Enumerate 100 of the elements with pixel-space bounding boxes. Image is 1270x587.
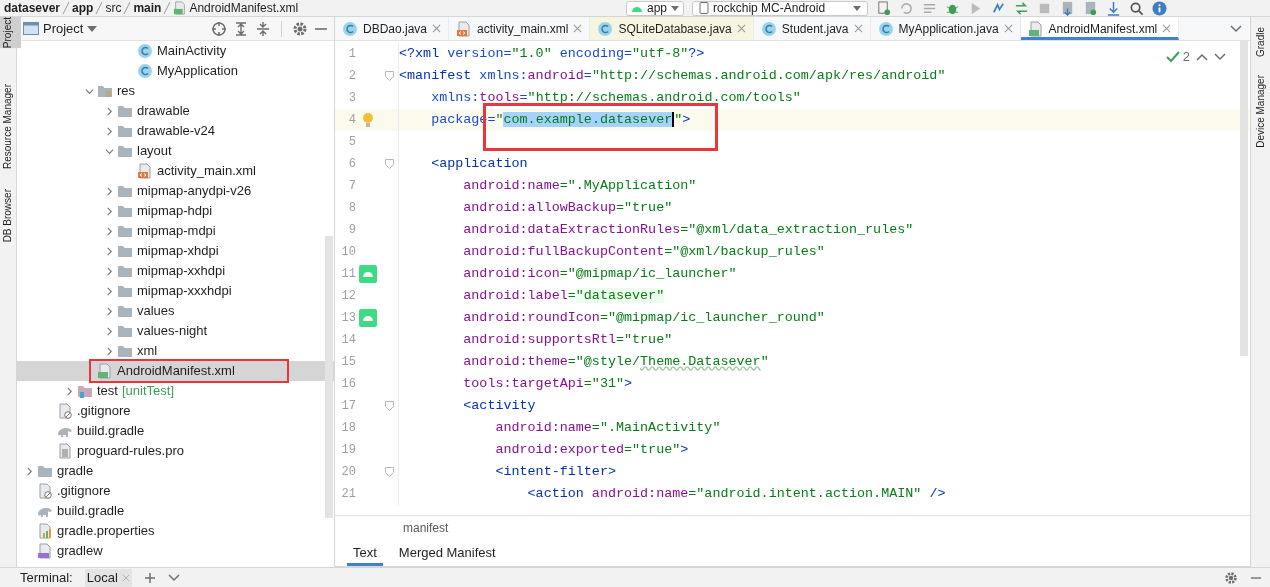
code-line: 10 android:fullBackupContent="@xml/backup_rules"	[335, 241, 1250, 263]
chevron-right-icon[interactable]	[104, 326, 114, 336]
terminal-tab[interactable]: Local	[84, 568, 132, 587]
code-line: 15 android:theme="@style/Theme.Datasever"	[335, 351, 1250, 373]
chevron-down-icon[interactable]	[104, 146, 114, 156]
chevron-right-icon[interactable]	[104, 206, 114, 216]
breadcrumb-item[interactable]: manifest	[403, 519, 449, 537]
collapse-all-icon[interactable]	[255, 20, 271, 37]
tree-item[interactable]: .gitignore	[17, 481, 334, 501]
ignore-file-icon	[37, 483, 53, 499]
chevron-right-icon[interactable]	[64, 386, 74, 396]
tree-item[interactable]: build.gradle	[17, 421, 334, 441]
tree-item[interactable]: gradlew	[17, 541, 334, 561]
chevron-right-icon[interactable]	[104, 306, 114, 316]
fold-icon[interactable]	[384, 401, 394, 411]
editor-tab[interactable]: MyApplication.java	[870, 17, 1021, 40]
bulb-icon[interactable]	[362, 112, 374, 128]
tree-item[interactable]: mipmap-xxxhdpi	[17, 281, 334, 301]
settings-icon[interactable]	[1224, 570, 1238, 585]
separator-icon	[62, 2, 71, 14]
tree-item[interactable]: MyApplication	[17, 61, 334, 81]
close-icon[interactable]	[853, 24, 863, 33]
breadcrumb-item[interactable]: main	[133, 1, 162, 15]
info-icon[interactable]	[1152, 0, 1168, 16]
device-dropdown[interactable]: rockchip MC-Android	[692, 0, 869, 16]
line-number: 12	[340, 288, 356, 305]
tool-window-button[interactable]: Device Manager	[1247, 75, 1270, 148]
code-line: 13 android:roundIcon="@mipmap/ic_launcher_round"	[335, 307, 1250, 329]
settings-icon[interactable]	[292, 20, 308, 37]
editor-tab[interactable]: Student.java	[753, 17, 871, 40]
chevron-right-icon[interactable]	[104, 106, 114, 116]
device-icon[interactable]	[1083, 0, 1099, 16]
line-number: 13	[340, 310, 356, 327]
crosshair-icon[interactable]	[211, 20, 227, 37]
chevron-right-icon[interactable]	[104, 226, 114, 236]
tree-item[interactable]: gradle.properties	[17, 521, 334, 541]
check-icon[interactable]	[1165, 50, 1180, 63]
tree-item[interactable]: mipmap-xxhdpi	[17, 261, 334, 281]
tool-window-button[interactable]: Gradle	[1247, 27, 1270, 57]
search-icon[interactable]	[1129, 0, 1145, 16]
editor-mode-tab[interactable]: Merged Manifest	[392, 540, 502, 566]
download-icon[interactable]	[1106, 0, 1122, 16]
chevron-up-icon[interactable]	[1196, 52, 1208, 61]
chevron-down-icon[interactable]	[1230, 24, 1242, 33]
chevron-right-icon[interactable]	[104, 286, 114, 296]
code-line: 18 android:name=".MainActivity"	[335, 417, 1250, 439]
tool-window-button[interactable]: Project	[0, 17, 21, 49]
tree-item[interactable]: proguard-rules.pro	[17, 441, 334, 461]
refresh-icon[interactable]	[899, 0, 915, 16]
scrollbar-thumb[interactable]	[1240, 41, 1248, 356]
breadcrumb-item[interactable]: src	[105, 1, 122, 15]
chevron-right-icon[interactable]	[104, 186, 114, 196]
fold-icon[interactable]	[384, 467, 394, 477]
close-icon[interactable]	[573, 24, 583, 33]
line-number: 5	[347, 134, 356, 151]
tree-item[interactable]: test [unitTest]	[17, 381, 334, 401]
folder-icon	[117, 123, 133, 139]
run-config-dropdown[interactable]: app	[626, 0, 685, 16]
tree-item[interactable]: .gitignore	[17, 401, 334, 421]
tree-item[interactable]: gradle	[17, 461, 334, 481]
code-line: 6 <application	[335, 153, 1250, 175]
close-icon[interactable]	[432, 24, 442, 33]
tree-item[interactable]: AndroidManifest.xml	[17, 361, 334, 381]
chevron-right-icon[interactable]	[104, 246, 114, 256]
breadcrumb-item[interactable]: AndroidManifest.xml	[189, 1, 299, 15]
scrollbar-thumb[interactable]	[325, 236, 333, 518]
chevron-down-icon[interactable]	[167, 573, 180, 582]
chevron-down-icon[interactable]	[1214, 52, 1226, 61]
class-icon	[137, 63, 153, 79]
editor-tab[interactable]: DBDao.java	[335, 17, 450, 40]
close-icon[interactable]	[736, 24, 746, 33]
chevron-right-icon[interactable]	[104, 346, 114, 356]
editor-tab[interactable]: AndroidManifest.xml	[1020, 17, 1180, 40]
swap-icon[interactable]	[1014, 0, 1030, 16]
tree-item[interactable]: mipmap-xhdpi	[17, 241, 334, 261]
plus-icon[interactable]	[143, 571, 156, 584]
line-number: 11	[340, 266, 356, 283]
fold-icon[interactable]	[384, 71, 394, 81]
expand-all-icon[interactable]	[233, 20, 249, 37]
line-number: 6	[347, 156, 356, 173]
layout-file-icon	[137, 163, 153, 179]
breadcrumb-item[interactable]: datasever	[4, 1, 61, 15]
tree-item[interactable]: xml	[17, 341, 334, 361]
line-number: 15	[340, 354, 356, 371]
fold-icon[interactable]	[384, 159, 394, 169]
close-icon[interactable]	[1162, 24, 1172, 33]
breadcrumb-item[interactable]: app	[72, 1, 94, 15]
tree-item[interactable]: values	[17, 301, 334, 321]
chevron-right-icon[interactable]	[24, 466, 34, 476]
close-icon[interactable]	[1003, 24, 1013, 33]
chevron-right-icon[interactable]	[104, 126, 114, 136]
folder-icon	[117, 243, 133, 259]
editor-tab[interactable]: SQLiteDatabase.java	[590, 17, 754, 40]
chevron-right-icon[interactable]	[104, 266, 114, 276]
tree-item[interactable]: values-night	[17, 321, 334, 341]
file-icon[interactable]	[876, 0, 892, 16]
chevron-down-icon[interactable]	[84, 86, 94, 96]
editor-tab[interactable]: activity_main.xml	[449, 17, 591, 40]
tree-item[interactable]: build.gradle	[17, 501, 334, 521]
class-icon	[597, 20, 614, 37]
